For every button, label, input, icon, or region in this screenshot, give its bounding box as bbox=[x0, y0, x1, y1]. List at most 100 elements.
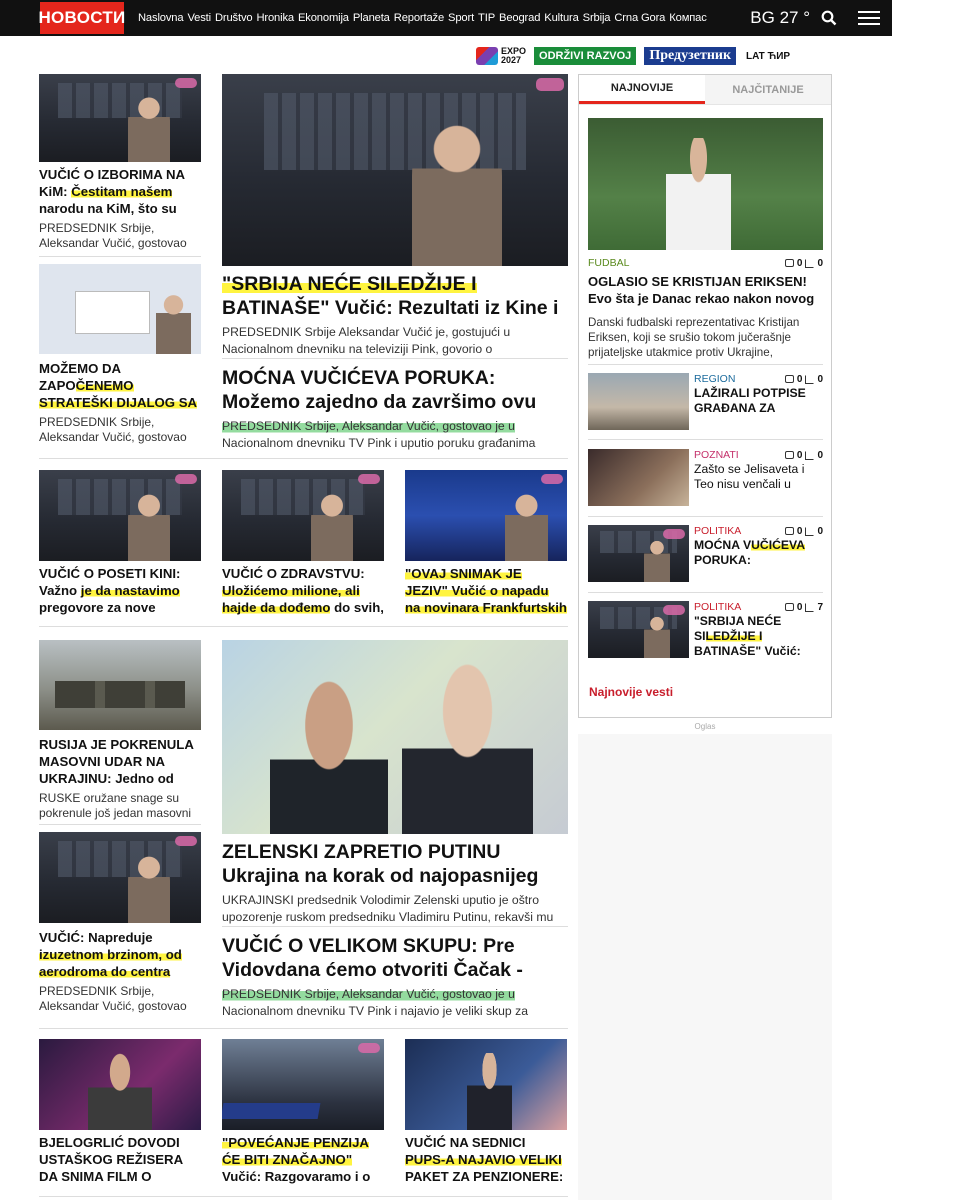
article-counters: 00 bbox=[784, 526, 823, 537]
article-thumbnail[interactable] bbox=[39, 470, 201, 561]
pink-logo-icon bbox=[175, 836, 197, 846]
article-thumbnail[interactable] bbox=[39, 1039, 201, 1130]
article-headline[interactable]: MOĆNA VUČIĆEVA PORUKA: Možemo zajedno da… bbox=[222, 366, 568, 414]
nav-item[interactable]: Sport bbox=[448, 12, 474, 24]
weather-readout: BG 27 ° bbox=[750, 8, 810, 27]
article-headline[interactable]: MOŽEMO DA ZAPOČENEMO STRATEŠKI DIJALOG S… bbox=[39, 360, 201, 411]
article-thumbnail[interactable] bbox=[405, 470, 567, 561]
ad-slot[interactable] bbox=[578, 734, 832, 1200]
article-thumbnail[interactable] bbox=[588, 601, 689, 658]
featured-article[interactable]: VUČIĆ O VELIKOM SKUPU: Pre Vidovdana ćem… bbox=[222, 928, 568, 1020]
divider bbox=[39, 1028, 568, 1029]
article-headline[interactable]: VUČIĆ O POSETI KINI: Važno je da nastavi… bbox=[39, 565, 201, 616]
featured-article[interactable]: ZELENSKI ZAPRETIO PUTINU Ukrajina na kor… bbox=[222, 640, 568, 926]
featured-article[interactable]: MOĆNA VUČIĆEVA PORUKA: Možemo zajedno da… bbox=[222, 360, 568, 452]
nav-item[interactable]: TIP bbox=[478, 12, 495, 24]
script-switch[interactable]: LAT ЋИР bbox=[746, 51, 790, 62]
share-icon bbox=[805, 526, 815, 536]
article-meta: POLITIKA 07 bbox=[694, 601, 823, 613]
nav-item[interactable]: Naslovna bbox=[138, 12, 184, 24]
article-thumbnail[interactable] bbox=[588, 525, 689, 582]
category-label[interactable]: REGION bbox=[694, 373, 735, 385]
article-thumbnail[interactable] bbox=[39, 264, 201, 354]
category-label[interactable]: POLITIKA bbox=[694, 525, 741, 537]
article-card[interactable]: MOŽEMO DA ZAPOČENEMO STRATEŠKI DIJALOG S… bbox=[39, 264, 201, 445]
sidebar-tabs: NAJNOVIJE NAJČITANIJE bbox=[579, 75, 831, 105]
list-item[interactable]: POZNATI 00 Zašto se Jelisaveta i Teo nis… bbox=[588, 449, 823, 507]
tab-most-read[interactable]: NAJČITANIJE bbox=[705, 75, 831, 104]
article-headline[interactable]: LAŽIRALI POTPISE GRAĐANA ZA bbox=[694, 386, 823, 431]
category-label[interactable]: FUDBAL bbox=[588, 257, 629, 269]
article-headline[interactable]: VUČIĆ O IZBORIMA NA KiM: Čestitam našem … bbox=[39, 166, 201, 217]
nav-item[interactable]: Ekonomija bbox=[298, 12, 349, 24]
article-card[interactable]: VUČIĆ NA SEDNICI PUPS-A NAJAVIO VELIKI P… bbox=[405, 1039, 567, 1185]
article-thumbnail[interactable] bbox=[588, 118, 823, 250]
article-thumbnail[interactable] bbox=[588, 449, 689, 506]
category-label[interactable]: POZNATI bbox=[694, 449, 739, 461]
article-lead: PREDSEDNIK Srbije, Aleksandar Vučić, gos… bbox=[39, 415, 187, 444]
odrzivi-razvoj-badge[interactable]: ODRŽIVI RAZVOJ bbox=[534, 47, 637, 65]
list-item[interactable]: POLITIKA 00 MOĆNA VUČIĆEVA PORUKA: bbox=[588, 525, 823, 583]
article-card[interactable]: BJELOGRLIĆ DOVODI USTAŠKOG REŽISERA DA S… bbox=[39, 1039, 201, 1185]
article-thumbnail[interactable] bbox=[39, 74, 201, 162]
article-card[interactable]: "OVAJ SNIMAK JE JEZIV" Vučić o napadu na… bbox=[405, 470, 567, 616]
article-headline[interactable]: MOĆNA VUČIĆEVA PORUKA: bbox=[694, 538, 823, 583]
nav-item[interactable]: Društvo bbox=[215, 12, 253, 24]
category-label[interactable]: POLITIKA bbox=[694, 601, 741, 613]
article-card[interactable]: RUSIJA JE POKRENULA MASOVNI UDAR NA UKRA… bbox=[39, 640, 201, 821]
nav-item[interactable]: Planeta bbox=[353, 12, 390, 24]
tab-latest[interactable]: NAJNOVIJE bbox=[579, 75, 705, 104]
nav-item[interactable]: Reportaže bbox=[394, 12, 444, 24]
nav-item[interactable]: Компас bbox=[669, 12, 707, 24]
featured-article[interactable]: "SRBIJA NEĆE SILEDŽIJE I BATINAŠE" Vučić… bbox=[222, 74, 568, 358]
article-headline[interactable]: VUČIĆ: Napreduje izuzetnom brzinom, od a… bbox=[39, 929, 201, 980]
list-item[interactable]: REGION 00 LAŽIRALI POTPISE GRAĐANA ZA bbox=[588, 373, 823, 431]
article-headline[interactable]: RUSIJA JE POKRENULA MASOVNI UDAR NA UKRA… bbox=[39, 736, 201, 787]
pink-logo-icon bbox=[358, 474, 380, 484]
article-thumbnail[interactable] bbox=[405, 1039, 567, 1130]
pink-logo-icon bbox=[358, 1043, 380, 1053]
article-headline[interactable]: Zašto se Jelisaveta i Teo nisu venčali u bbox=[694, 462, 823, 507]
article-headline[interactable]: "POVEĆANJE PENZIJA ĆE BITI ZNAČAJNO" Vuč… bbox=[222, 1134, 384, 1185]
nav-item[interactable]: Srbija bbox=[583, 12, 611, 24]
nav-item[interactable]: Hronika bbox=[256, 12, 294, 24]
article-headline[interactable]: "OVAJ SNIMAK JE JEZIV" Vučić o napadu na… bbox=[405, 565, 567, 616]
article-meta: POLITIKA 00 bbox=[694, 525, 823, 537]
article-thumbnail[interactable] bbox=[39, 832, 201, 923]
divider bbox=[39, 458, 568, 459]
search-icon[interactable] bbox=[820, 9, 838, 27]
sidebar-main-article[interactable]: FUDBAL 00 OGLASIO SE KRISTIJAN ERIKSEN! … bbox=[588, 118, 823, 360]
article-counters: 07 bbox=[784, 602, 823, 613]
article-headline[interactable]: VUČIĆ O ZDRAVSTVU: Uložićemo milione, al… bbox=[222, 565, 384, 616]
article-headline[interactable]: ZELENSKI ZAPRETIO PUTINU Ukrajina na kor… bbox=[222, 840, 568, 888]
article-thumbnail[interactable] bbox=[39, 640, 201, 730]
article-thumbnail[interactable] bbox=[222, 1039, 384, 1130]
article-headline[interactable]: VUČIĆ NA SEDNICI PUPS-A NAJAVIO VELIKI P… bbox=[405, 1134, 567, 1185]
article-thumbnail[interactable] bbox=[222, 640, 568, 834]
expo-logo[interactable]: EXPO 2027 bbox=[476, 47, 526, 65]
nav-item[interactable]: Beograd bbox=[499, 12, 540, 24]
article-card[interactable]: "POVEĆANJE PENZIJA ĆE BITI ZNAČAJNO" Vuč… bbox=[222, 1039, 384, 1185]
latest-news-link[interactable]: Najnovije vesti bbox=[589, 685, 673, 699]
article-card[interactable]: VUČIĆ O IZBORIMA NA KiM: Čestitam našem … bbox=[39, 74, 201, 251]
divider bbox=[222, 358, 568, 359]
article-headline[interactable]: BJELOGRLIĆ DOVODI USTAŠKOG REŽISERA DA S… bbox=[39, 1134, 201, 1185]
list-item[interactable]: POLITIKA 07 "SRBIJA NEĆE SILEDŽIJE I BAT… bbox=[588, 601, 823, 659]
article-thumbnail[interactable] bbox=[588, 373, 689, 430]
site-logo[interactable]: НОВОСТИ bbox=[38, 2, 125, 34]
article-headline[interactable]: "SRBIJA NEĆE SILEDŽIJE I BATINAŠE" Vučić… bbox=[222, 272, 568, 320]
article-meta: FUDBAL 00 bbox=[588, 257, 823, 269]
nav-item[interactable]: Crna Gora bbox=[614, 12, 665, 24]
article-thumbnail[interactable] bbox=[222, 74, 568, 266]
article-thumbnail[interactable] bbox=[222, 470, 384, 561]
preduzetnik-badge[interactable]: Предузетник bbox=[644, 47, 737, 65]
article-headline[interactable]: "SRBIJA NEĆE SILEDŽIJE I BATINAŠE" Vučić… bbox=[694, 614, 823, 659]
article-card[interactable]: VUČIĆ: Napreduje izuzetnom brzinom, od a… bbox=[39, 832, 201, 1014]
article-headline[interactable]: VUČIĆ O VELIKOM SKUPU: Pre Vidovdana ćem… bbox=[222, 934, 568, 982]
article-card[interactable]: VUČIĆ O ZDRAVSTVU: Uložićemo milione, al… bbox=[222, 470, 384, 616]
nav-item[interactable]: Vesti bbox=[187, 12, 211, 24]
article-card[interactable]: VUČIĆ O POSETI KINI: Važno je da nastavi… bbox=[39, 470, 201, 616]
article-headline[interactable]: OGLASIO SE KRISTIJAN ERIKSEN! Evo šta je… bbox=[588, 273, 823, 307]
hamburger-icon[interactable] bbox=[858, 11, 880, 25]
nav-item[interactable]: Kultura bbox=[544, 12, 579, 24]
